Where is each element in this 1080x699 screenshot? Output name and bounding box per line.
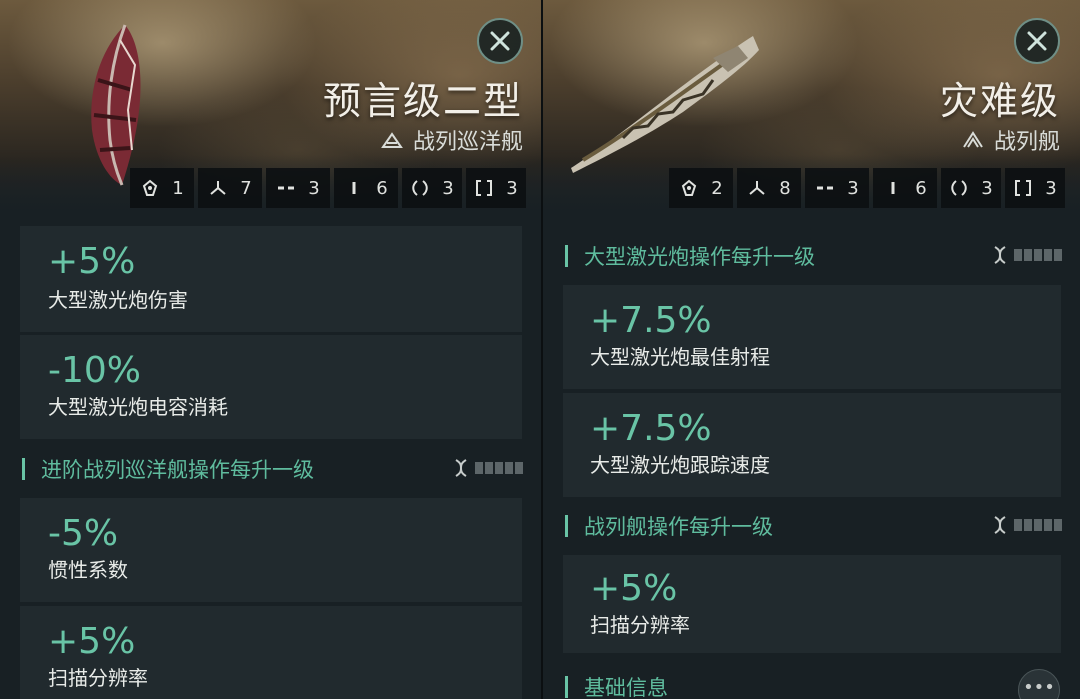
turret-icon	[208, 178, 228, 198]
low-slot-icon	[344, 178, 364, 198]
comparison-screen: 预言级二型 战列巡洋舰 1 7 3 6 3 3 +5% 大型激光炮伤害 -10%…	[0, 0, 1080, 699]
slot-subsystem: 3	[466, 168, 526, 208]
bonus-value: +5%	[48, 621, 136, 662]
bonus-value: -5%	[48, 513, 119, 554]
bonus-description: 扫描分辨率	[48, 666, 148, 690]
slot-count: 1	[172, 177, 184, 199]
ship-class: 战列舰	[962, 124, 1060, 156]
skill-level-pips	[1014, 249, 1062, 261]
turret-icon	[747, 178, 767, 198]
slot-subsystem: 3	[1005, 168, 1065, 208]
slot-count: 3	[308, 177, 320, 199]
slot-turret: 8	[737, 168, 801, 208]
section-accent-bar	[22, 458, 25, 480]
ship-image	[91, 24, 141, 186]
ship-class-label: 战列舰	[993, 130, 1060, 155]
bonus-card: -10% 大型激光炮电容消耗	[20, 335, 522, 439]
battleship-class-icon	[963, 131, 983, 148]
skill-section-header: 战列舰操作每升一级	[565, 511, 1062, 541]
section-accent-bar	[565, 676, 568, 698]
low-slot-icon	[883, 178, 903, 198]
mid-slot-icon	[815, 178, 835, 198]
ship-name: 灾难级	[939, 79, 1060, 123]
skill-dna-icon	[455, 459, 467, 477]
slot-count: 2	[711, 177, 723, 199]
slot-count: 8	[779, 177, 791, 199]
section-title: 进阶战列巡洋舰操作每升一级	[41, 458, 314, 482]
slot-high: 1	[130, 168, 194, 208]
bonus-card: +5% 扫描分辨率	[563, 555, 1061, 653]
slot-count: 3	[847, 177, 859, 199]
slot-count: 3	[981, 177, 993, 199]
skill-section-header: 大型激光炮操作每升一级	[565, 241, 1062, 271]
skill-section-header: 进阶战列巡洋舰操作每升一级	[22, 454, 523, 484]
high-slot-icon	[679, 178, 699, 198]
section-accent-bar	[565, 515, 568, 537]
bonus-card: +7.5% 大型激光炮最佳射程	[563, 285, 1061, 389]
bonus-description: 大型激光炮最佳射程	[590, 345, 770, 369]
close-icon	[1027, 31, 1047, 51]
bonus-value: +7.5%	[590, 408, 712, 449]
slot-count: 3	[506, 177, 518, 199]
section-title: 基础信息	[584, 676, 668, 699]
ship-name: 预言级二型	[322, 79, 523, 123]
section-accent-bar	[565, 245, 568, 267]
bonus-description: 扫描分辨率	[590, 613, 690, 637]
slot-count: 3	[1045, 177, 1057, 199]
bonus-value: +5%	[48, 241, 136, 282]
slot-layout: 1 7 3 6 3 3	[130, 168, 526, 208]
skill-level-pips	[475, 462, 523, 474]
slot-mid: 3	[805, 168, 869, 208]
slot-count: 3	[442, 177, 454, 199]
ship-info-panel-left: 预言级二型 战列巡洋舰 1 7 3 6 3 3 +5% 大型激光炮伤害 -10%…	[0, 0, 541, 699]
slot-low: 6	[873, 168, 937, 208]
section-header-basic-info: 基础信息	[565, 672, 1062, 699]
high-slot-icon	[140, 178, 160, 198]
ship-info-panel-right: 灾难级 战列舰 2 8 3 6 3 3 大型激光炮操作每升一级 +7.5% 大型…	[543, 0, 1080, 699]
ship-class: 战列巡洋舰	[381, 124, 523, 156]
bonus-description: 惯性系数	[48, 558, 128, 582]
slot-rig: 3	[402, 168, 462, 208]
bonus-value: +7.5%	[590, 300, 712, 341]
skill-level-indicator	[992, 515, 1062, 535]
slot-layout: 2 8 3 6 3 3	[669, 168, 1065, 208]
bonus-value: -10%	[48, 350, 142, 391]
bonus-description: 大型激光炮伤害	[48, 288, 188, 312]
subsystem-icon	[474, 178, 494, 198]
close-icon	[490, 31, 510, 51]
slot-count: 6	[915, 177, 927, 199]
bonus-card: +5% 大型激光炮伤害	[20, 226, 522, 332]
slot-low: 6	[334, 168, 398, 208]
battlecruiser-class-icon	[381, 132, 403, 148]
bonus-description: 大型激光炮跟踪速度	[590, 453, 770, 477]
slot-count: 6	[376, 177, 388, 199]
subsystem-icon	[1013, 178, 1033, 198]
mid-slot-icon	[276, 178, 296, 198]
ship-image	[571, 36, 759, 173]
bonus-card: -5% 惯性系数	[20, 498, 522, 602]
slot-count: 7	[240, 177, 252, 199]
skill-level-pips	[1014, 519, 1062, 531]
close-button[interactable]	[477, 18, 523, 64]
ship-class-label: 战列巡洋舰	[412, 130, 523, 155]
section-title: 大型激光炮操作每升一级	[584, 245, 815, 269]
slot-mid: 3	[266, 168, 330, 208]
section-title: 战列舰操作每升一级	[584, 515, 773, 539]
close-button[interactable]	[1014, 18, 1060, 64]
rig-icon	[410, 178, 430, 198]
bonus-card: +7.5% 大型激光炮跟踪速度	[563, 393, 1061, 497]
slot-rig: 3	[941, 168, 1001, 208]
slot-high: 2	[669, 168, 733, 208]
slot-turret: 7	[198, 168, 262, 208]
skill-dna-icon	[994, 246, 1006, 264]
skill-dna-icon	[994, 516, 1006, 534]
bonus-card: +5% 扫描分辨率	[20, 606, 522, 699]
skill-level-indicator	[453, 458, 523, 478]
skill-level-indicator	[992, 245, 1062, 265]
rig-icon	[949, 178, 969, 198]
bonus-value: +5%	[590, 568, 678, 609]
bonus-description: 大型激光炮电容消耗	[48, 395, 228, 419]
